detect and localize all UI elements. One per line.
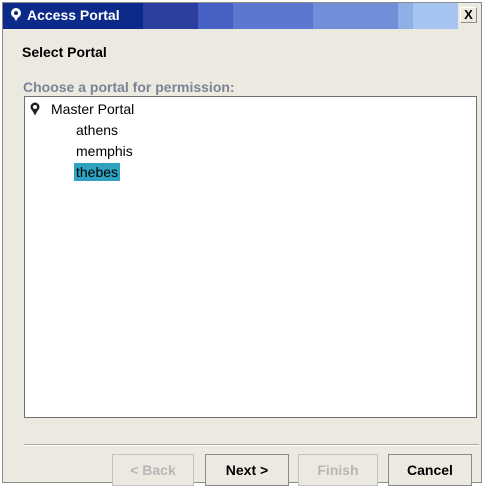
next-button[interactable]: Next > [205, 454, 289, 486]
cancel-button[interactable]: Cancel [388, 454, 472, 486]
access-portal-dialog: Access Portal X Select Portal Choose a p… [2, 2, 482, 486]
portal-pin-icon [30, 102, 40, 116]
portal-prompt-label: Choose a portal for permission: [23, 79, 235, 95]
back-button[interactable]: < Back [112, 454, 194, 486]
tree-item-athens[interactable]: athens [74, 121, 120, 139]
button-separator-highlight [24, 445, 479, 446]
tree-item-thebes[interactable]: thebes [74, 163, 121, 181]
close-button[interactable]: X [460, 7, 477, 23]
window-title: Access Portal [27, 7, 120, 23]
portal-tree[interactable]: Master Portal athens memphis thebes [24, 96, 477, 418]
tree-item-memphis[interactable]: memphis [74, 142, 135, 160]
page-title: Select Portal [22, 44, 107, 60]
title-bar[interactable]: Access Portal X [3, 3, 481, 29]
close-icon: X [464, 7, 473, 22]
tree-root-label: Master Portal [51, 101, 135, 117]
finish-button[interactable]: Finish [298, 454, 378, 486]
tree-root-master-portal[interactable]: Master Portal [29, 100, 134, 118]
portal-pin-icon [11, 8, 21, 21]
